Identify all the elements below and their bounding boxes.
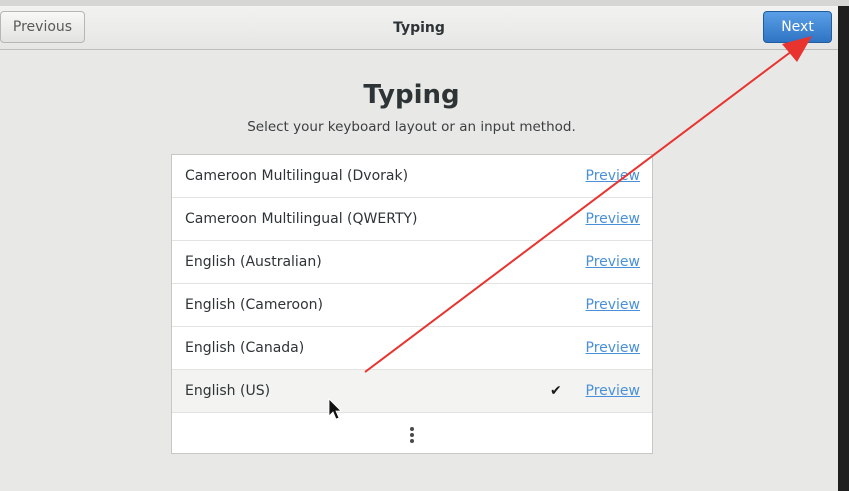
layout-label: Cameroon Multilingual (Dvorak) (185, 168, 409, 184)
more-vertical-icon (409, 427, 415, 443)
page-title: Typing (363, 80, 460, 110)
checkmark-icon: ✔ (550, 383, 562, 399)
header-title: Typing (393, 20, 445, 36)
layout-row[interactable]: Cameroon Multilingual (Dvorak) Preview (172, 155, 652, 198)
window-edge (838, 6, 849, 491)
preview-link[interactable]: Preview (586, 198, 641, 241)
layout-row-selected[interactable]: English (US) ✔ Preview (172, 370, 652, 413)
layout-label: Cameroon Multilingual (QWERTY) (185, 211, 418, 227)
page-subtitle: Select your keyboard layout or an input … (247, 119, 576, 135)
preview-link[interactable]: Preview (586, 370, 641, 413)
layout-label: English (Australian) (185, 254, 322, 270)
preview-link[interactable]: Preview (586, 327, 641, 370)
previous-button[interactable]: Previous (0, 11, 85, 43)
layout-row[interactable]: English (Canada) Preview (172, 327, 652, 370)
more-layouts-button[interactable] (172, 415, 652, 453)
keyboard-layout-list: Cameroon Multilingual (Dvorak) Preview C… (171, 154, 653, 454)
preview-link[interactable]: Preview (586, 284, 641, 327)
header-bar: Previous Typing Next (0, 6, 838, 50)
layout-label: English (Canada) (185, 340, 305, 356)
next-button[interactable]: Next (763, 11, 832, 43)
layout-label: English (Cameroon) (185, 297, 323, 313)
layout-label: English (US) (185, 383, 271, 399)
layout-row[interactable]: English (Cameroon) Preview (172, 284, 652, 327)
layout-row[interactable]: English (Australian) Preview (172, 241, 652, 284)
preview-link[interactable]: Preview (586, 241, 641, 284)
layout-row[interactable]: Cameroon Multilingual (QWERTY) Preview (172, 198, 652, 241)
preview-link[interactable]: Preview (586, 155, 641, 198)
